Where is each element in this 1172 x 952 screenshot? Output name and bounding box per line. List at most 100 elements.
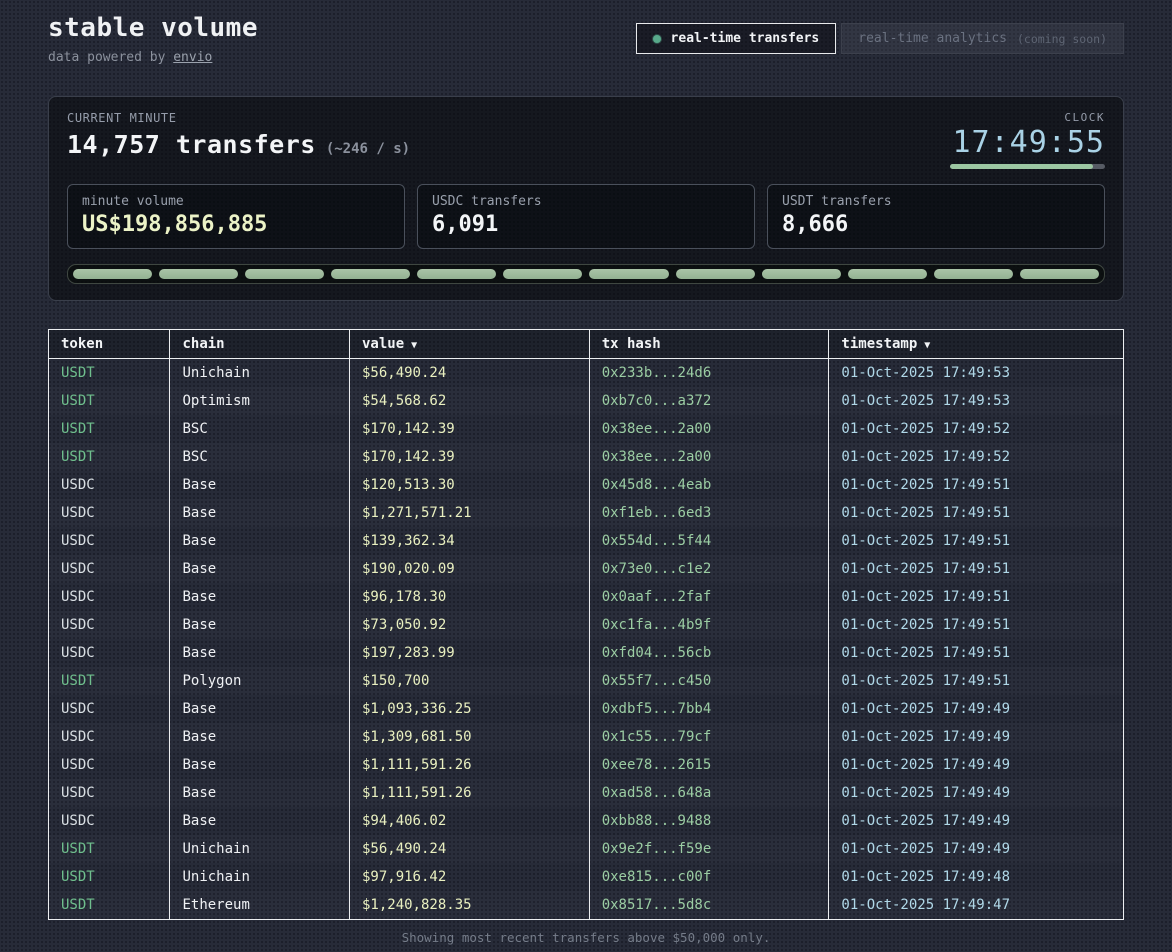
cell-tx-hash[interactable]: 0xc1fa...4b9f bbox=[589, 611, 829, 639]
cell-tx-hash[interactable]: 0x38ee...2a00 bbox=[589, 415, 829, 443]
cell-tx-hash[interactable]: 0x45d8...4eab bbox=[589, 471, 829, 499]
cell-chain: BSC bbox=[170, 415, 350, 443]
col-header-value[interactable]: value▼ bbox=[349, 330, 589, 359]
cell-timestamp: 01-Oct-2025 17:49:49 bbox=[829, 751, 1124, 779]
minute-segment bbox=[245, 269, 324, 279]
cell-value: $73,050.92 bbox=[349, 611, 589, 639]
panel-top: CURRENT MINUTE 14,757 transfers (~246 / … bbox=[67, 111, 1105, 169]
table-header-row: token chain value▼ tx hash timestamp▼ bbox=[49, 330, 1124, 359]
brand: stable volume data powered by envio bbox=[48, 13, 258, 65]
cell-token: USDC bbox=[49, 583, 170, 611]
cell-tx-hash[interactable]: 0x38ee...2a00 bbox=[589, 443, 829, 471]
cell-chain: Base bbox=[170, 695, 350, 723]
minute-segment bbox=[331, 269, 410, 279]
page: stable volume data powered by envio real… bbox=[0, 0, 1172, 945]
cell-tx-hash[interactable]: 0x554d...5f44 bbox=[589, 527, 829, 555]
transfers-table: token chain value▼ tx hash timestamp▼ US… bbox=[48, 329, 1124, 920]
live-dot-icon bbox=[653, 35, 661, 43]
minute-segment bbox=[934, 269, 1013, 279]
minute-segment bbox=[417, 269, 496, 279]
col-header-chain: chain bbox=[170, 330, 350, 359]
cell-tx-hash[interactable]: 0x8517...5d8c bbox=[589, 891, 829, 920]
cell-value: $1,093,336.25 bbox=[349, 695, 589, 723]
tab-real-time-analytics[interactable]: real-time analytics (coming soon) bbox=[841, 23, 1124, 54]
minute-segment bbox=[503, 269, 582, 279]
table-row: USDTEthereum$1,240,828.350x8517...5d8c01… bbox=[49, 891, 1124, 920]
stat-card-minute-volume: minute volume US$198,856,885 bbox=[67, 184, 405, 249]
cell-tx-hash[interactable]: 0x55f7...c450 bbox=[589, 667, 829, 695]
stat-label: USDC transfers bbox=[432, 194, 740, 209]
stat-value: US$198,856,885 bbox=[82, 212, 390, 237]
cell-timestamp: 01-Oct-2025 17:49:49 bbox=[829, 695, 1124, 723]
tab-real-time-transfers[interactable]: real-time transfers bbox=[636, 23, 837, 54]
current-minute-panel: CURRENT MINUTE 14,757 transfers (~246 / … bbox=[48, 96, 1124, 301]
cell-tx-hash[interactable]: 0x73e0...c1e2 bbox=[589, 555, 829, 583]
cell-token: USDC bbox=[49, 611, 170, 639]
minute-segment bbox=[676, 269, 755, 279]
col-header-timestamp[interactable]: timestamp▼ bbox=[829, 330, 1124, 359]
cell-value: $170,142.39 bbox=[349, 443, 589, 471]
cell-token: USDC bbox=[49, 695, 170, 723]
current-minute-label: CURRENT MINUTE bbox=[67, 111, 410, 125]
cell-chain: Base bbox=[170, 611, 350, 639]
sort-desc-icon: ▼ bbox=[924, 340, 930, 351]
cell-tx-hash[interactable]: 0xe815...c00f bbox=[589, 863, 829, 891]
cell-chain: Base bbox=[170, 471, 350, 499]
clock-progress-fill bbox=[950, 164, 1093, 169]
table-row: USDCBase$1,111,591.260xee78...261501-Oct… bbox=[49, 751, 1124, 779]
tab-label: real-time analytics bbox=[858, 31, 1007, 46]
envio-link[interactable]: envio bbox=[173, 50, 212, 65]
cell-tx-hash[interactable]: 0xad58...648a bbox=[589, 779, 829, 807]
cell-tx-hash[interactable]: 0xf1eb...6ed3 bbox=[589, 499, 829, 527]
cell-timestamp: 01-Oct-2025 17:49:52 bbox=[829, 443, 1124, 471]
col-label: value bbox=[362, 336, 404, 352]
cell-token: USDT bbox=[49, 863, 170, 891]
table-row: USDCBase$1,309,681.500x1c55...79cf01-Oct… bbox=[49, 723, 1124, 751]
stat-cards: minute volume US$198,856,885 USDC transf… bbox=[67, 184, 1105, 249]
cell-timestamp: 01-Oct-2025 17:49:47 bbox=[829, 891, 1124, 920]
cell-token: USDT bbox=[49, 387, 170, 415]
cell-token: USDC bbox=[49, 499, 170, 527]
col-label: token bbox=[61, 336, 103, 352]
cell-chain: Base bbox=[170, 779, 350, 807]
cell-chain: Ethereum bbox=[170, 891, 350, 920]
minute-segment bbox=[73, 269, 152, 279]
table-header: token chain value▼ tx hash timestamp▼ bbox=[49, 330, 1124, 359]
table-row: USDTUnichain$56,490.240x9e2f...f59e01-Oc… bbox=[49, 835, 1124, 863]
cell-token: USDC bbox=[49, 807, 170, 835]
col-header-tx-hash: tx hash bbox=[589, 330, 829, 359]
cell-tx-hash[interactable]: 0xfd04...56cb bbox=[589, 639, 829, 667]
cell-token: USDC bbox=[49, 723, 170, 751]
cell-value: $94,406.02 bbox=[349, 807, 589, 835]
cell-tx-hash[interactable]: 0x0aaf...2faf bbox=[589, 583, 829, 611]
cell-tx-hash[interactable]: 0x1c55...79cf bbox=[589, 723, 829, 751]
footer-note: Showing most recent transfers above $50,… bbox=[48, 930, 1124, 945]
table-row: USDTBSC$170,142.390x38ee...2a0001-Oct-20… bbox=[49, 443, 1124, 471]
cell-tx-hash[interactable]: 0xb7c0...a372 bbox=[589, 387, 829, 415]
minute-segment bbox=[1020, 269, 1099, 279]
cell-value: $1,271,571.21 bbox=[349, 499, 589, 527]
cell-tx-hash[interactable]: 0x233b...24d6 bbox=[589, 359, 829, 388]
cell-tx-hash[interactable]: 0xdbf5...7bb4 bbox=[589, 695, 829, 723]
cell-timestamp: 01-Oct-2025 17:49:51 bbox=[829, 555, 1124, 583]
cell-timestamp: 01-Oct-2025 17:49:51 bbox=[829, 499, 1124, 527]
cell-chain: Polygon bbox=[170, 667, 350, 695]
cell-value: $150,700 bbox=[349, 667, 589, 695]
minute-segment bbox=[159, 269, 238, 279]
subtitle: data powered by envio bbox=[48, 50, 258, 65]
cell-tx-hash[interactable]: 0xee78...2615 bbox=[589, 751, 829, 779]
cell-token: USDC bbox=[49, 527, 170, 555]
cell-chain: Base bbox=[170, 723, 350, 751]
transfers-headline: 14,757 transfers (~246 / s) bbox=[67, 130, 410, 159]
tab-bar: real-time transfers real-time analytics … bbox=[636, 23, 1124, 54]
cell-tx-hash[interactable]: 0x9e2f...f59e bbox=[589, 835, 829, 863]
minute-segment bbox=[589, 269, 668, 279]
cell-chain: Base bbox=[170, 807, 350, 835]
cell-tx-hash[interactable]: 0xbb88...9488 bbox=[589, 807, 829, 835]
table-row: USDTUnichain$97,916.420xe815...c00f01-Oc… bbox=[49, 863, 1124, 891]
cell-value: $54,568.62 bbox=[349, 387, 589, 415]
table-body: USDTUnichain$56,490.240x233b...24d601-Oc… bbox=[49, 359, 1124, 920]
cell-chain: Base bbox=[170, 639, 350, 667]
cell-chain: Base bbox=[170, 751, 350, 779]
table-row: USDCBase$1,093,336.250xdbf5...7bb401-Oct… bbox=[49, 695, 1124, 723]
